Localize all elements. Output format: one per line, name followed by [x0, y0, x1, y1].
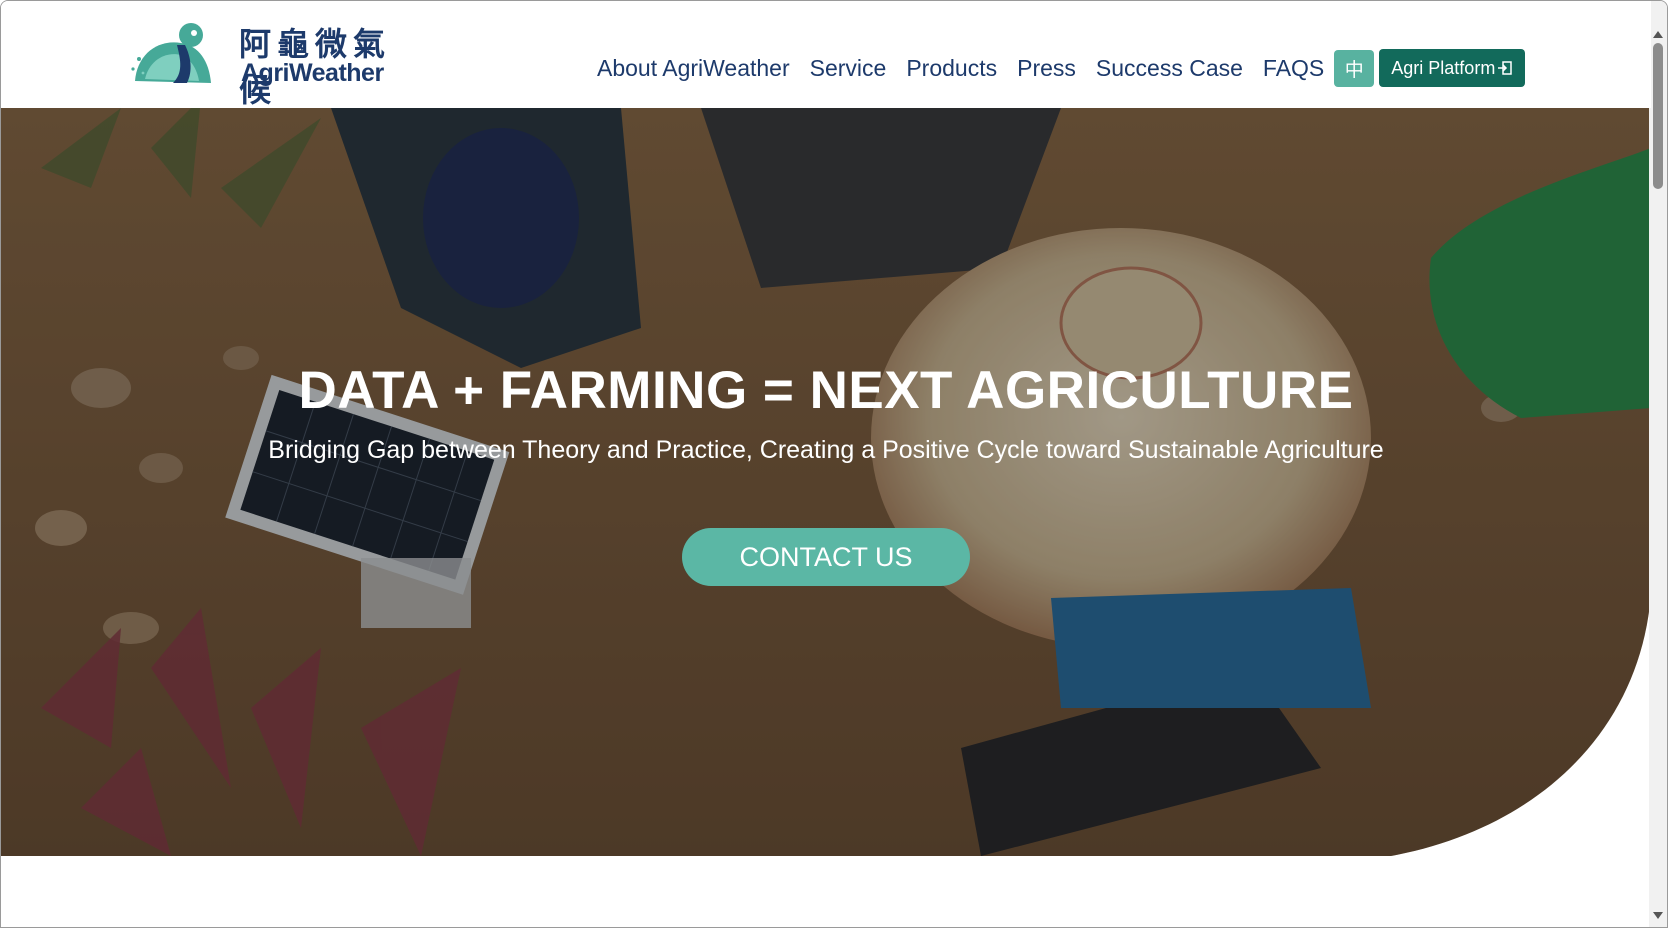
agri-platform-button[interactable]: Agri Platform	[1379, 49, 1526, 87]
scroll-down-arrow-icon[interactable]	[1653, 912, 1663, 919]
hero-background-photo	[1, 108, 1651, 856]
scroll-thumb[interactable]	[1653, 43, 1663, 189]
nav-link-service[interactable]: Service	[810, 55, 887, 82]
contact-us-button[interactable]: CONTACT US	[682, 528, 970, 586]
nav-link-press[interactable]: Press	[1017, 55, 1076, 82]
site-header: 阿龜微氣候 AgriWeather About AgriWeather Serv…	[1, 1, 1651, 109]
turtle-logo-icon	[131, 23, 211, 83]
browser-page: 阿龜微氣候 AgriWeather About AgriWeather Serv…	[0, 0, 1668, 928]
nav-link-products[interactable]: Products	[906, 55, 997, 82]
agri-platform-label: Agri Platform	[1391, 57, 1496, 78]
nav-link-success-case[interactable]: Success Case	[1096, 55, 1243, 82]
nav-link-faqs[interactable]: FAQS	[1263, 55, 1324, 82]
login-icon	[1498, 61, 1513, 75]
brand-name-english: AgriWeather	[241, 59, 384, 87]
nav-link-about[interactable]: About AgriWeather	[597, 55, 790, 82]
brand-logo[interactable]: 阿龜微氣候 AgriWeather	[127, 19, 427, 109]
hero-subtitle: Bridging Gap between Theory and Practice…	[268, 436, 1384, 464]
hero-title: DATA + FARMING = NEXT AGRICULTURE	[298, 361, 1354, 420]
language-toggle-button[interactable]: 中	[1334, 49, 1375, 87]
scroll-up-arrow-icon[interactable]	[1653, 31, 1663, 38]
vertical-scrollbar[interactable]	[1649, 1, 1667, 927]
hero-section: DATA + FARMING = NEXT AGRICULTURE Bridgi…	[1, 108, 1651, 856]
main-navigation: About AgriWeather Service Products Press…	[597, 48, 1526, 88]
